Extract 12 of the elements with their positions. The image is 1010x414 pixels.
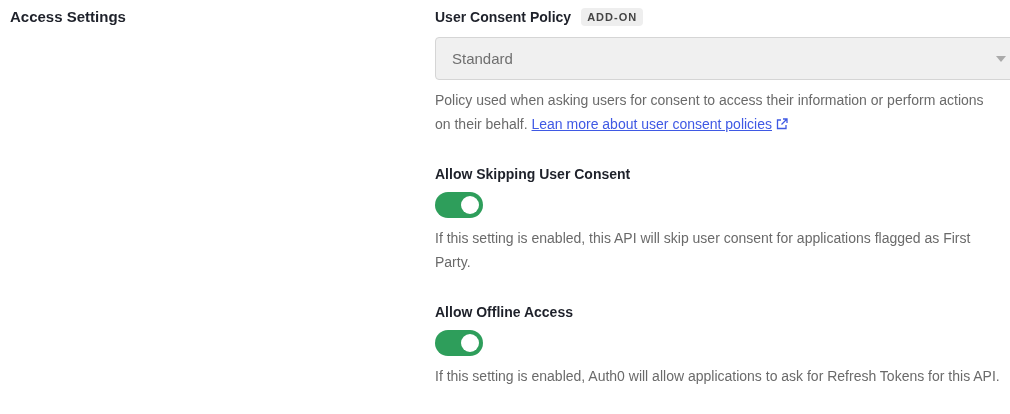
toggle-description: If this setting is enabled, Auth0 will allow applications to ask for Refresh Tokens for this API. <box>435 367 1001 386</box>
toggle-description: If this setting is enabled, this API will skip user consent for applications flagged as First Party. <box>435 229 972 272</box>
toggle-label: Allow Skipping User Consent <box>435 166 631 182</box>
field-label: User Consent Policy <box>435 9 572 25</box>
toggle-switch[interactable] <box>435 192 483 218</box>
section-title: Access Settings <box>10 8 126 25</box>
dropdown-caret-icon <box>996 55 1006 62</box>
add-on-badge: ADD-ON <box>581 8 644 26</box>
field-description: Policy used when asking users for consent to access their information or perform actions on their behalf. Lean more about user consent policies <box>435 91 985 134</box>
toggle-switch[interactable] <box>435 330 483 356</box>
external-link-icon <box>776 118 788 130</box>
toggle-label: Allow Offline Access <box>435 304 573 320</box>
